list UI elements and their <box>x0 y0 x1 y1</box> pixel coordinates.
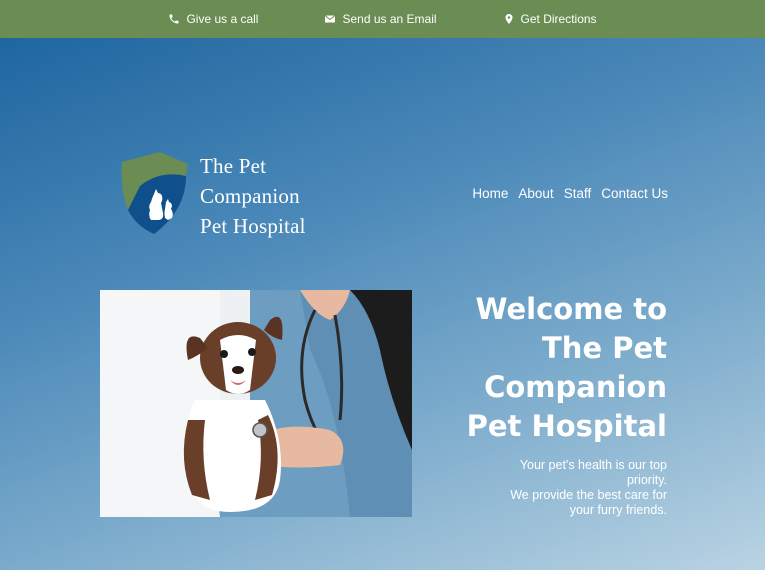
logo-line-2: Companion <box>200 184 300 208</box>
nav-about[interactable]: About <box>518 186 553 201</box>
hero-headline: Welcome to The Pet Companion Pet Hospita… <box>367 290 667 446</box>
vet-puppy-illustration <box>100 290 412 517</box>
logo-line-1: The Pet <box>200 154 267 178</box>
subtext-line-2: priority. <box>626 473 667 487</box>
subtext-line-4: your furry friends. <box>569 503 667 517</box>
hero-photo <box>100 290 412 517</box>
hero-subtext: Your pet's health is our top priority. W… <box>427 458 667 518</box>
headline-line-2: The Pet <box>542 331 667 365</box>
phone-icon <box>169 14 179 24</box>
shield-pet-logo <box>121 152 188 234</box>
email-link-label: Send us an Email <box>342 12 437 26</box>
call-link[interactable]: Give us a call <box>168 12 258 26</box>
top-utility-bar: Give us a call Send us an Email Get Dire… <box>0 0 765 38</box>
subtext-line-1: Your pet's health is our top <box>519 458 667 472</box>
logo-line-3: Pet Hospital <box>200 214 306 238</box>
site-logo[interactable]: The Pet Companion Pet Hospital <box>120 150 306 241</box>
hero-section: The Pet Companion Pet Hospital Home Abou… <box>0 38 765 570</box>
directions-link[interactable]: Get Directions <box>503 12 597 26</box>
nav-contact-us[interactable]: Contact Us <box>601 186 668 201</box>
subtext-line-3: We provide the best care for <box>510 488 667 502</box>
call-link-label: Give us a call <box>186 12 259 26</box>
envelope-icon <box>325 15 336 23</box>
nav-home[interactable]: Home <box>472 186 508 201</box>
directions-link-label: Get Directions <box>520 12 597 26</box>
headline-line-1: Welcome to <box>475 292 667 326</box>
headline-line-4: Pet Hospital <box>466 409 667 443</box>
nav-staff[interactable]: Staff <box>564 186 592 201</box>
logo-text: The Pet Companion Pet Hospital <box>200 151 306 241</box>
map-pin-icon <box>505 14 513 24</box>
headline-line-3: Companion <box>484 370 667 404</box>
main-nav: Home About Staff Contact Us <box>472 186 668 201</box>
email-link[interactable]: Send us an Email <box>324 12 437 26</box>
